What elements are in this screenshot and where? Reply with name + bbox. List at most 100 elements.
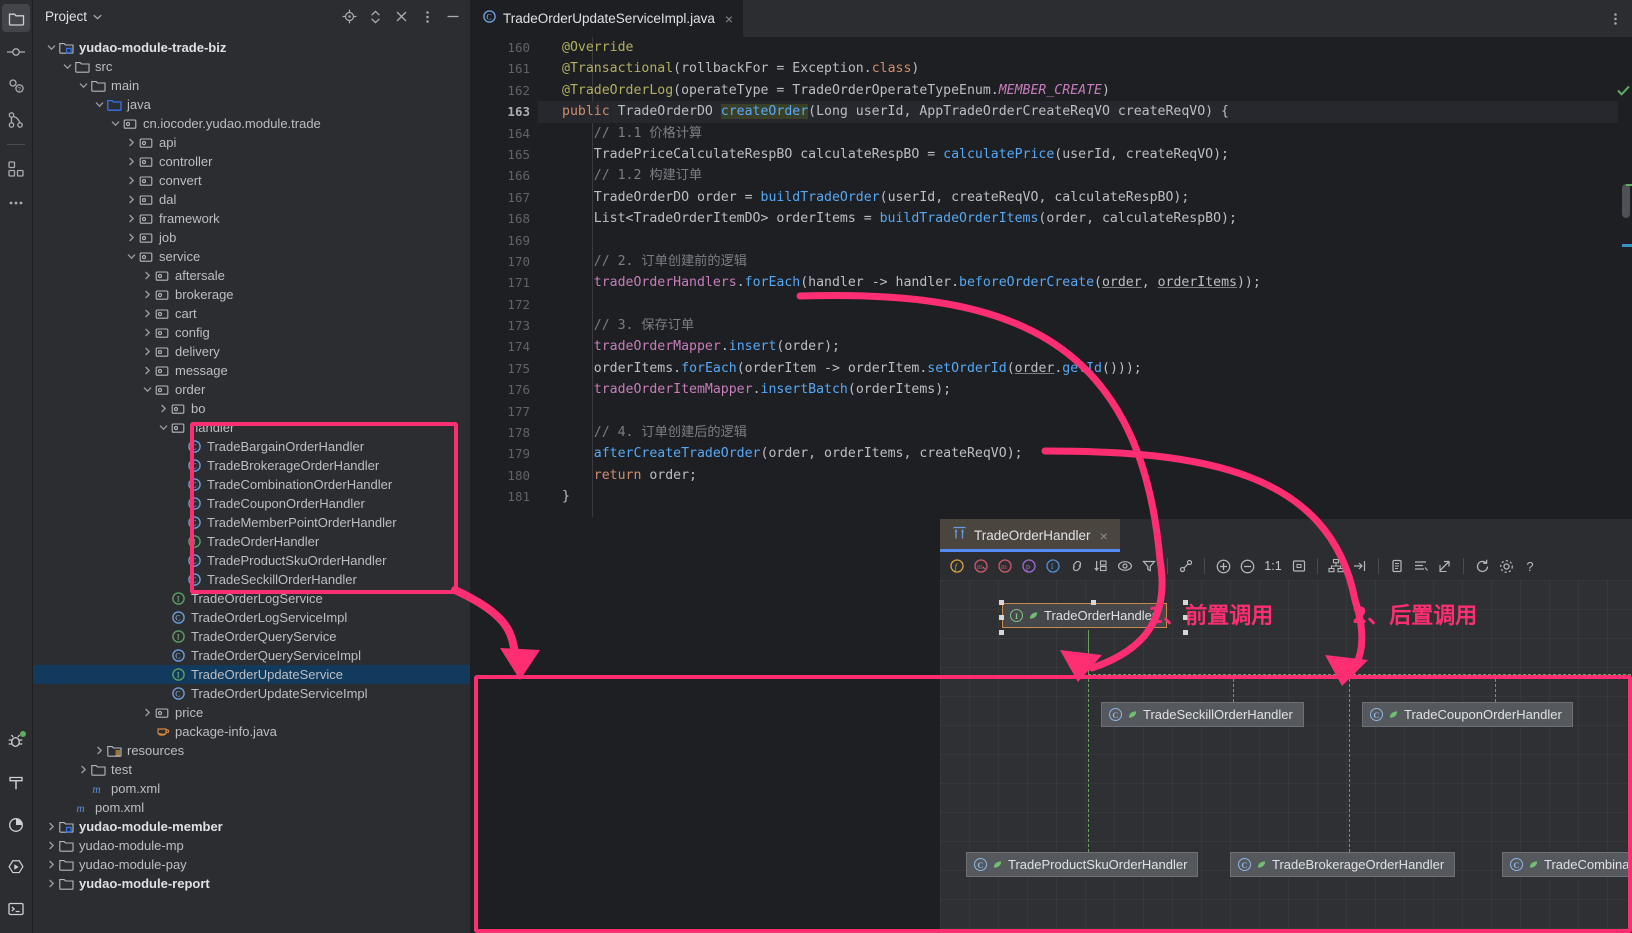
uml-node-trade-product-sku-order-handler[interactable]: C TradeProductSkuOrderHandler [966, 852, 1198, 877]
tree-node-order[interactable]: order [33, 380, 470, 399]
tree-twisty-icon[interactable] [125, 247, 138, 266]
show-fields-icon[interactable]: f [946, 555, 968, 577]
tree-node-handler[interactable]: handler [33, 418, 470, 437]
editor-options-icon[interactable] [1609, 0, 1632, 37]
tree-node-pom-xml[interactable]: mpom.xml [33, 779, 470, 798]
show-dependencies-icon[interactable] [1066, 555, 1088, 577]
edge-mode-icon[interactable] [1175, 555, 1197, 577]
gutter-line-160[interactable]: 160 [470, 37, 538, 58]
tree-twisty-icon[interactable] [141, 266, 154, 285]
tree-node-config[interactable]: config [33, 323, 470, 342]
zoom-in-icon[interactable] [1212, 555, 1234, 577]
tree-node-tradeorderhandler[interactable]: ITradeOrderHandler [33, 532, 470, 551]
tree-node-cn-iocoder-yudao-module-trade[interactable]: cn.iocoder.yudao.module.trade [33, 114, 470, 133]
gutter-line-180[interactable]: 180 [470, 465, 538, 486]
tree-node-framework[interactable]: framework [33, 209, 470, 228]
editor-tab-trade-order-update-service-impl[interactable]: C TradeOrderUpdateServiceImpl.java × [470, 0, 743, 37]
debug-icon[interactable] [2, 727, 30, 755]
tree-twisty-icon[interactable] [141, 703, 154, 722]
tree-twisty-icon[interactable] [93, 95, 106, 114]
tree-twisty-icon[interactable] [141, 380, 154, 399]
diagram-tab-trade-order-handler[interactable]: TradeOrderHandler × [940, 519, 1120, 552]
code-content[interactable]: @Override @Transactional(rollbackFor = E… [538, 37, 1632, 517]
show-properties-icon[interactable]: p [1018, 555, 1040, 577]
tree-twisty-icon[interactable] [141, 304, 154, 323]
filter-icon[interactable] [1138, 555, 1160, 577]
tree-node-price[interactable]: price [33, 703, 470, 722]
help-icon[interactable]: ? [1519, 555, 1541, 577]
gutter-line-177[interactable]: 177 [470, 401, 538, 422]
gutter-line-172[interactable]: 172 [470, 294, 538, 315]
gutter-line-162[interactable]: 162 [470, 80, 538, 101]
tree-node-tradeorderqueryserviceimpl[interactable]: CTradeOrderQueryServiceImpl [33, 646, 470, 665]
tree-node-main[interactable]: main [33, 76, 470, 95]
change-layout-icon[interactable] [1410, 555, 1432, 577]
close-icon[interactable]: × [725, 11, 733, 27]
tree-node-tradeorderupdateserviceimpl[interactable]: CTradeOrderUpdateServiceImpl [33, 684, 470, 703]
pull-requests-icon[interactable]: ? [2, 72, 30, 100]
tree-node-controller[interactable]: controller [33, 152, 470, 171]
tree-twisty-icon[interactable] [45, 38, 58, 57]
zoom-out-icon[interactable] [1236, 555, 1258, 577]
gutter-line-171[interactable]: 171 [470, 272, 538, 293]
gutter-line-161[interactable]: 161 [470, 58, 538, 79]
more-tool-windows-icon[interactable] [2, 189, 30, 217]
tree-twisty-icon[interactable] [45, 817, 58, 836]
tree-twisty-icon[interactable] [125, 133, 138, 152]
tree-node-java[interactable]: java [33, 95, 470, 114]
tree-node-tradebargainorderhandler[interactable]: CTradeBargainOrderHandler [33, 437, 470, 456]
expand-node-icon[interactable] [1349, 555, 1371, 577]
gutter-line-165[interactable]: 165 [470, 144, 538, 165]
tree-node-resources[interactable]: resources [33, 741, 470, 760]
uml-node-trade-coupon-order-handler[interactable]: C TradeCouponOrderHandler [1362, 702, 1573, 727]
settings-gear-icon[interactable] [1495, 555, 1517, 577]
tree-node-yudao-module-pay[interactable]: yudao-module-pay [33, 855, 470, 874]
services-icon[interactable] [2, 155, 30, 183]
tree-node-cart[interactable]: cart [33, 304, 470, 323]
tree-node-yudao-module-report[interactable]: yudao-module-report [33, 874, 470, 893]
tree-twisty-icon[interactable] [45, 874, 58, 893]
show-inner-classes-icon[interactable]: I [1042, 555, 1064, 577]
gutter-line-167[interactable]: 167 [470, 187, 538, 208]
fit-content-icon[interactable] [1288, 555, 1310, 577]
tree-twisty-icon[interactable] [157, 418, 170, 437]
inspection-ok-icon[interactable] [1617, 83, 1630, 101]
tree-node-yudao-module-mp[interactable]: yudao-module-mp [33, 836, 470, 855]
visibility-icon[interactable] [1114, 555, 1136, 577]
gutter-line-170[interactable]: 170 [470, 251, 538, 272]
tree-node-tradeseckillorderhandler[interactable]: CTradeSeckillOrderHandler [33, 570, 470, 589]
tree-node-tradecouponorderhandler[interactable]: CTradeCouponOrderHandler [33, 494, 470, 513]
gutter-line-178[interactable]: 178 [470, 422, 538, 443]
profiler-icon[interactable] [2, 811, 30, 839]
tree-node-tradeproductskuorderhandler[interactable]: CTradeProductSkuOrderHandler [33, 551, 470, 570]
sort-icon[interactable] [1090, 555, 1112, 577]
tree-node-test[interactable]: test [33, 760, 470, 779]
locate-icon[interactable] [338, 6, 360, 28]
gutter-line-176[interactable]: 176 [470, 379, 538, 400]
tree-node-tradeorderqueryservice[interactable]: ITradeOrderQueryService [33, 627, 470, 646]
expand-collapse-icon[interactable] [364, 6, 386, 28]
uml-node-trade-combination-order-handler[interactable]: C TradeCombinationOrderHandler [1502, 852, 1632, 877]
gutter-line-173[interactable]: 173 [470, 315, 538, 336]
tree-node-pom-xml[interactable]: mpom.xml [33, 798, 470, 817]
gutter-line-164[interactable]: 164 [470, 123, 538, 144]
gutter-line-169[interactable]: 169 [470, 230, 538, 251]
uml-node-trade-order-handler[interactable]: I TradeOrderHandler [1002, 603, 1167, 628]
diagram-canvas[interactable]: I TradeOrderHandler C [940, 580, 1632, 933]
editor-scrollbar[interactable] [1618, 74, 1632, 517]
tree-twisty-icon[interactable] [77, 760, 90, 779]
actual-size-label[interactable]: 1:1 [1260, 555, 1286, 577]
tree-node-tradeorderlogserviceimpl[interactable]: CTradeOrderLogServiceImpl [33, 608, 470, 627]
tree-node-package-info-java[interactable]: package-info.java [33, 722, 470, 741]
tree-twisty-icon[interactable] [125, 152, 138, 171]
gutter-line-175[interactable]: 175 [470, 358, 538, 379]
tree-twisty-icon[interactable] [125, 228, 138, 247]
project-tree[interactable]: yudao-module-trade-bizsrcmainjavacn.ioco… [33, 34, 470, 893]
tree-twisty-icon[interactable] [141, 323, 154, 342]
tree-twisty-icon[interactable] [125, 171, 138, 190]
open-in-editor-icon[interactable] [1434, 555, 1456, 577]
options-icon[interactable] [416, 6, 438, 28]
tree-twisty-icon[interactable] [93, 741, 106, 760]
refresh-icon[interactable] [1471, 555, 1493, 577]
tree-node-tradeorderlogservice[interactable]: ITradeOrderLogService [33, 589, 470, 608]
